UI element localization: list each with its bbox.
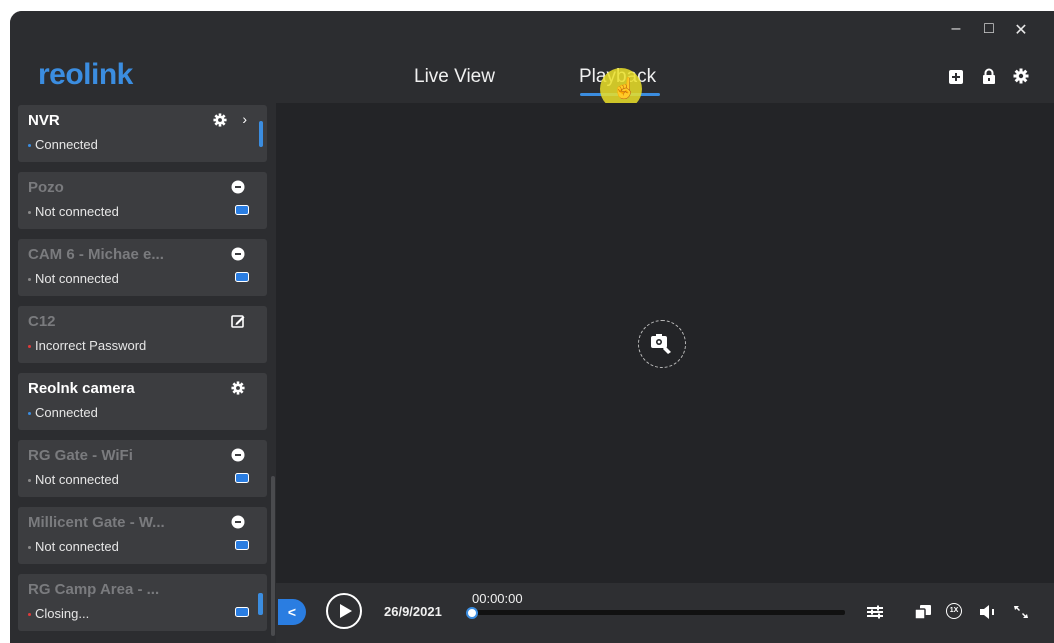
hand-cursor-icon: ☝ — [612, 78, 637, 100]
settings-icon[interactable] — [213, 113, 227, 127]
timeline-track[interactable] — [468, 610, 845, 615]
minus-circle-icon[interactable] — [231, 515, 245, 529]
device-card-nvr[interactable]: NVR Connected › — [18, 105, 267, 162]
filter-icon[interactable] — [866, 604, 884, 620]
card-scroll-indicator — [258, 593, 263, 615]
reolink-logo: reolink — [38, 58, 133, 91]
settings-icon[interactable] — [231, 381, 245, 395]
close-button[interactable]: ✕ — [1009, 20, 1033, 40]
tab-live-view[interactable]: Live View — [414, 66, 495, 88]
device-status: Incorrect Password — [35, 338, 147, 353]
status-dot — [28, 278, 31, 282]
status-dot — [28, 479, 31, 483]
camera-touch-icon — [651, 334, 671, 354]
device-name: RG Gate - WiFi — [28, 447, 133, 464]
device-status: Not connected — [35, 204, 119, 219]
battery-icon — [235, 205, 249, 215]
snapshot-button[interactable] — [638, 320, 686, 368]
battery-icon — [235, 540, 249, 550]
device-card-rg-camp-area[interactable]: RG Camp Area - ... Closing... — [18, 574, 267, 631]
title-bar — [10, 11, 1054, 103]
minus-circle-icon[interactable] — [231, 247, 245, 261]
lock-icon[interactable] — [981, 68, 997, 84]
device-card-pozo[interactable]: Pozo Not connected — [18, 172, 267, 229]
speed-button[interactable]: 1X — [946, 603, 962, 619]
status-dot — [28, 412, 31, 416]
minimize-button[interactable]: – — [944, 20, 968, 38]
device-sidebar: NVR Connected › Pozo Not connected CAM 6… — [10, 103, 275, 643]
timeline-knob[interactable] — [466, 607, 478, 619]
battery-icon — [235, 473, 249, 483]
device-card-cam6[interactable]: CAM 6 - Michae e... Not connected — [18, 239, 267, 296]
minus-circle-icon[interactable] — [231, 180, 245, 194]
play-icon — [340, 604, 352, 618]
device-name: CAM 6 - Michae e... — [28, 246, 164, 263]
volume-icon[interactable] — [979, 604, 997, 620]
sidebar-scrollbar[interactable] — [271, 476, 275, 636]
device-card-rg-gate[interactable]: RG Gate - WiFi Not connected — [18, 440, 267, 497]
collapse-sidebar-button[interactable]: < — [278, 599, 306, 625]
device-status: Not connected — [35, 472, 119, 487]
device-name: Reolnk camera — [28, 380, 135, 397]
device-status: Not connected — [35, 539, 119, 554]
device-status: Closing... — [35, 606, 90, 621]
device-card-millicent-gate[interactable]: Millicent Gate - W... Not connected — [18, 507, 267, 564]
device-card-c12[interactable]: C12 Incorrect Password — [18, 306, 267, 363]
status-dot — [28, 211, 31, 215]
device-name: RG Camp Area - ... — [28, 581, 160, 598]
status-dot — [28, 613, 31, 617]
device-status: Not connected — [35, 271, 119, 286]
add-icon[interactable] — [948, 69, 964, 85]
device-status: Connected — [35, 405, 98, 420]
playback-date[interactable]: 26/9/2021 — [384, 604, 442, 619]
device-name: NVR — [28, 112, 60, 129]
card-scroll-indicator — [259, 121, 263, 147]
battery-icon — [235, 607, 249, 617]
edit-icon[interactable] — [231, 314, 245, 328]
status-dot — [28, 345, 31, 349]
minus-circle-icon[interactable] — [231, 448, 245, 462]
device-name: Millicent Gate - W... — [28, 514, 165, 531]
play-button[interactable] — [326, 593, 362, 629]
status-dot — [28, 144, 31, 148]
device-card-reolnk-camera[interactable]: Reolnk camera Connected — [18, 373, 267, 430]
device-status: Connected — [35, 137, 98, 152]
playback-time: 00:00:00 — [472, 591, 523, 606]
fullscreen-icon[interactable] — [1012, 604, 1030, 620]
status-dot — [28, 546, 31, 550]
settings-icon[interactable] — [1013, 68, 1029, 84]
device-name: C12 — [28, 313, 56, 330]
maximize-button[interactable]: □ — [977, 20, 1001, 38]
chevron-right-icon[interactable]: › — [242, 111, 247, 127]
device-name: Pozo — [28, 179, 64, 196]
multi-window-icon[interactable] — [914, 604, 932, 620]
battery-icon — [235, 272, 249, 282]
